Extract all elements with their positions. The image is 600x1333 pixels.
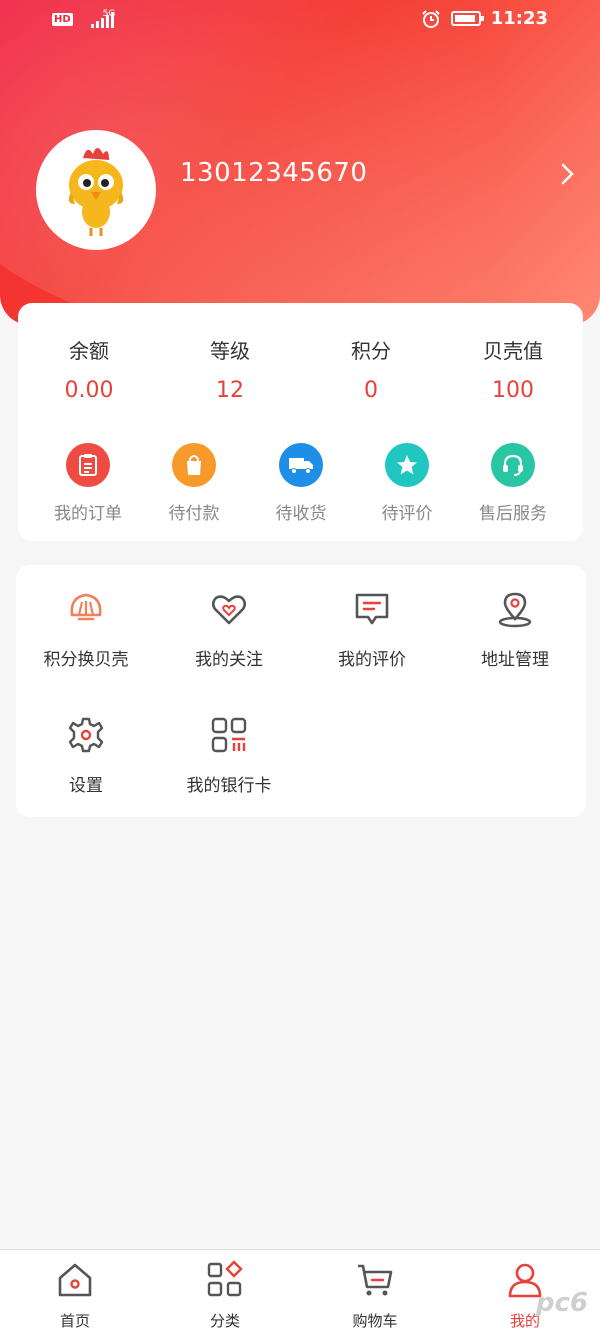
stat-value: 100: [492, 378, 534, 403]
stat-label: 贝壳值: [483, 339, 543, 363]
alarm-icon: [421, 9, 440, 28]
cart-icon: [358, 1264, 393, 1296]
order-label: 待评价: [381, 504, 433, 524]
order-label: 我的订单: [54, 504, 122, 524]
order-label: 待收货: [275, 504, 327, 524]
service-my-follows[interactable]: 我的关注: [159, 589, 299, 670]
chick-avatar-icon: [68, 148, 124, 236]
chevron-right-icon[interactable]: [557, 160, 579, 188]
order-pending-review[interactable]: 待评价: [352, 443, 462, 524]
order-after-sales[interactable]: 售后服务: [458, 443, 568, 524]
stat-shell-value[interactable]: 贝壳值 100: [443, 335, 583, 403]
location-icon: [498, 592, 532, 628]
gear-icon: [68, 717, 104, 753]
heart-icon: [211, 595, 247, 625]
order-my-orders[interactable]: 我的订单: [33, 443, 143, 524]
order-pending-receipt[interactable]: 待收货: [246, 443, 356, 524]
stat-balance[interactable]: 余额 0.00: [19, 335, 159, 403]
order-label: 售后服务: [479, 504, 547, 524]
shopping-bag-icon: [172, 443, 216, 487]
tab-home[interactable]: 首页: [15, 1260, 135, 1331]
hd-badge: HD: [52, 12, 73, 26]
status-bar: HD 5G 11:23: [0, 0, 600, 40]
service-settings[interactable]: 设置: [16, 715, 156, 796]
status-right: 11:23: [421, 8, 548, 29]
service-label: 地址管理: [481, 650, 549, 670]
bottom-tab-bar: 首页 分类 购物车 我的: [0, 1249, 600, 1333]
services-card: 积分换贝壳 我的关注 我的评价 地址管理 设置 我的银行卡: [16, 565, 586, 817]
order-pending-payment[interactable]: 待付款: [139, 443, 249, 524]
stat-points[interactable]: 积分 0: [301, 335, 441, 403]
stat-label: 余额: [69, 339, 109, 363]
tab-label: 购物车: [352, 1312, 398, 1330]
service-label: 我的关注: [195, 650, 263, 670]
category-icon: [207, 1260, 243, 1297]
signal-icon: 5G: [79, 10, 115, 28]
profile-header: HD 5G 11:23 13012345670: [0, 0, 600, 325]
stat-value: 12: [216, 378, 244, 403]
truck-icon: [279, 443, 323, 487]
comment-icon: [355, 593, 389, 625]
stat-level[interactable]: 等级 12: [160, 335, 300, 403]
service-address-management[interactable]: 地址管理: [445, 589, 585, 670]
stat-label: 积分: [351, 339, 391, 363]
star-icon: [385, 443, 429, 487]
watermark: pc6: [535, 1288, 588, 1318]
avatar[interactable]: [36, 130, 156, 250]
bank-card-icon: [211, 717, 247, 753]
home-icon: [58, 1263, 92, 1297]
service-points-exchange[interactable]: 积分换贝壳: [16, 589, 156, 670]
service-label: 我的评价: [338, 650, 406, 670]
stat-value: 0: [364, 378, 378, 403]
service-bank-card[interactable]: 我的银行卡: [159, 715, 299, 796]
tab-cart[interactable]: 购物车: [315, 1260, 435, 1331]
network-indicators: HD 5G: [52, 10, 115, 28]
service-my-reviews[interactable]: 我的评价: [302, 589, 442, 670]
user-phone[interactable]: 13012345670: [180, 158, 367, 188]
service-label: 积分换贝壳: [43, 650, 129, 670]
service-label: 我的银行卡: [186, 776, 272, 796]
clipboard-icon: [66, 443, 110, 487]
tab-label: 首页: [59, 1312, 90, 1330]
tab-label: 分类: [209, 1312, 240, 1330]
tab-category[interactable]: 分类: [165, 1260, 285, 1331]
service-label: 设置: [69, 776, 103, 796]
battery-icon: [450, 11, 484, 26]
order-label: 待付款: [168, 504, 220, 524]
stat-value: 0.00: [64, 378, 114, 403]
headset-icon: [491, 443, 535, 487]
account-card: 余额 0.00 等级 12 积分 0 贝壳值 100 我的订单 待付款 待收货 …: [18, 303, 583, 541]
stat-label: 等级: [210, 339, 250, 363]
shell-icon: [70, 593, 102, 621]
clock-time: 11:23: [490, 8, 548, 29]
